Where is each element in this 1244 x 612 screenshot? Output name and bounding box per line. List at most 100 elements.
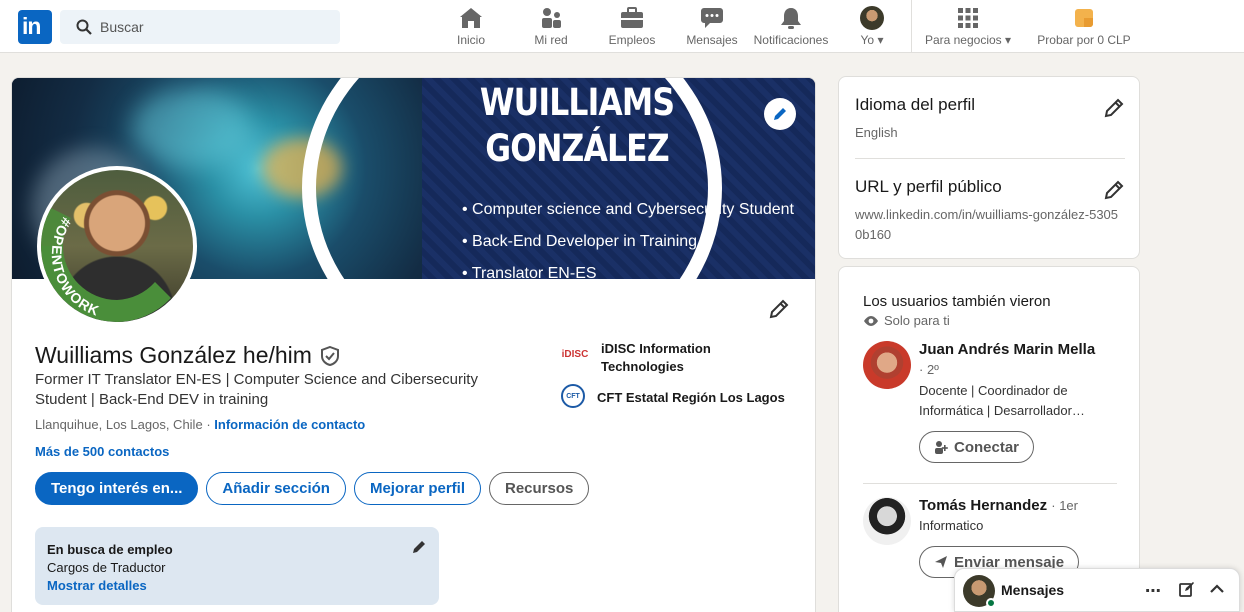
banner-name: WUILLIAMS GONZÁLEZ xyxy=(479,80,675,172)
experience-idisc[interactable]: iDISC iDISC Information Technologies xyxy=(561,340,741,376)
banner-name-first: WUILLIAMS xyxy=(479,81,675,124)
chevron-down-icon: ▾ xyxy=(1005,33,1012,47)
nav-network[interactable]: Mi red xyxy=(528,6,574,52)
person-degree: · 2º xyxy=(919,362,939,377)
improve-profile-button[interactable]: Mejorar perfil xyxy=(353,472,481,505)
home-icon xyxy=(460,8,482,28)
apps-grid-icon xyxy=(958,8,978,28)
edit-banner-button[interactable] xyxy=(764,98,796,130)
search-icon xyxy=(76,19,92,35)
profile-settings-card: Idioma del perfil English URL y perfil p… xyxy=(838,76,1140,259)
public-url-title: URL y perfil público xyxy=(855,177,1002,196)
connect-label: Conectar xyxy=(954,438,1020,456)
edit-open-to-work-button[interactable] xyxy=(411,539,427,560)
profile-name: Wuilliams González he/him xyxy=(35,342,312,368)
banner-bullet: • Computer science and Cybersecurity Stu… xyxy=(462,201,794,218)
person-avatar[interactable] xyxy=(863,341,911,389)
open-to-work-roles: Cargos de Traductor xyxy=(47,560,166,575)
experience-cft[interactable]: CFT CFT Estatal Región Los Lagos xyxy=(561,384,785,412)
connect-button[interactable]: Conectar xyxy=(919,431,1035,463)
edit-language-button[interactable] xyxy=(1103,97,1125,124)
nav-premium[interactable]: Probar por 0 CLP xyxy=(1036,6,1132,52)
chevron-up-icon[interactable] xyxy=(1209,581,1225,602)
pencil-icon xyxy=(774,108,786,120)
search-input[interactable] xyxy=(100,10,330,44)
banner-bullets: • Computer science and Cybersecurity Stu… xyxy=(462,194,794,279)
nav-messaging-label: Mensajes xyxy=(686,33,738,47)
person-name[interactable]: Tomás Hernandez xyxy=(919,497,1047,514)
pav-title: Los usuarios también vieron xyxy=(863,293,1051,310)
nav-notifications-label: Notificaciones xyxy=(753,33,829,47)
online-status-icon xyxy=(986,598,996,608)
nav-home[interactable]: Inicio xyxy=(450,6,492,52)
pav-subtitle-text: Solo para ti xyxy=(884,313,950,328)
nav-messaging[interactable]: Mensajes xyxy=(684,6,740,52)
profile-card: WUILLIAMS GONZÁLEZ • Computer science an… xyxy=(11,77,816,612)
verified-shield-icon[interactable] xyxy=(320,345,340,366)
profile-name-row: Wuilliams González he/him xyxy=(35,342,340,369)
linkedin-logo[interactable]: in xyxy=(18,10,52,44)
premium-icon xyxy=(1075,9,1093,27)
person-name[interactable]: Juan Andrés Marin Mella xyxy=(919,341,1129,358)
person-degree: · 1er xyxy=(1051,498,1078,513)
nav-business-label: Para negocios xyxy=(924,33,1002,47)
connections-link[interactable]: Más de 500 contactos xyxy=(35,444,169,459)
search-bar[interactable] xyxy=(60,10,340,44)
nav-network-label: Mi red xyxy=(534,33,568,47)
banner-name-last: GONZÁLEZ xyxy=(485,127,669,170)
profile-language-value: English xyxy=(855,125,898,140)
experience-name: iDISC Information Technologies xyxy=(601,341,711,374)
send-icon xyxy=(935,556,947,568)
profile-location: Llanquihue, Los Lagos, Chile xyxy=(35,417,203,432)
svg-text:#OPENTOWORK: #OPENTOWORK xyxy=(49,215,102,319)
bell-icon xyxy=(781,8,801,29)
person-avatar[interactable] xyxy=(863,497,911,545)
contact-info-link[interactable]: Información de contacto xyxy=(214,417,365,432)
top-nav: in Inicio Mi red Empleos Mensajes Notifi… xyxy=(0,0,1244,53)
user-avatar xyxy=(860,6,884,30)
briefcase-icon xyxy=(621,7,643,28)
nav-home-label: Inicio xyxy=(456,33,485,47)
compose-icon[interactable] xyxy=(1179,581,1195,602)
pav-subtitle: Solo para ti xyxy=(863,313,950,328)
network-icon xyxy=(542,8,561,28)
nav-business[interactable]: Para negocios ▾ xyxy=(922,6,1014,52)
location-separator: · xyxy=(206,417,211,432)
people-also-viewed-card: Los usuarios también vieron Solo para ti… xyxy=(838,266,1140,612)
messaging-title: Mensajes xyxy=(1001,582,1065,598)
add-section-button[interactable]: Añadir sección xyxy=(206,472,346,505)
messaging-bar[interactable]: Mensajes ⋯ xyxy=(954,568,1240,612)
show-details-link[interactable]: Mostrar detalles xyxy=(47,577,427,595)
location-row: Llanquihue, Los Lagos, Chile · Informaci… xyxy=(35,417,365,432)
open-to-work-box: En busca de empleo Cargos de Traductor M… xyxy=(35,527,439,605)
cft-logo: CFT xyxy=(561,384,585,408)
pencil-icon xyxy=(1104,98,1124,118)
profile-photo[interactable]: #OPENTOWORK xyxy=(37,166,197,326)
divider xyxy=(863,483,1117,484)
profile-language-title: Idioma del perfil xyxy=(855,95,976,114)
person-headline: Docente | Coordinador de Informática | D… xyxy=(919,383,1085,418)
person-headline: Informatico xyxy=(919,518,984,533)
more-options-icon[interactable]: ⋯ xyxy=(1145,581,1161,601)
add-person-icon xyxy=(935,441,948,454)
nav-me[interactable]: Yo ▾ xyxy=(855,6,889,52)
idisc-logo: iDISC xyxy=(561,348,589,360)
pencil-icon xyxy=(413,541,425,553)
nav-divider xyxy=(911,0,912,53)
public-url-section: URL y perfil público www.linkedin.com/in… xyxy=(855,177,1125,245)
profile-language-section: Idioma del perfil English xyxy=(855,95,1125,143)
open-to-button[interactable]: Tengo interés en... xyxy=(35,472,199,505)
messaging-icon xyxy=(701,8,723,28)
nav-me-label: Yo xyxy=(860,33,875,47)
banner-bullet: • Back-End Developer in Training xyxy=(462,233,698,250)
edit-intro-button[interactable] xyxy=(768,298,790,325)
resources-button[interactable]: Recursos xyxy=(489,472,590,505)
profile-actions: Tengo interés en... Añadir sección Mejor… xyxy=(35,472,590,505)
pencil-icon xyxy=(769,299,789,319)
open-to-work-title: En busca de empleo xyxy=(47,542,173,557)
nav-jobs[interactable]: Empleos xyxy=(606,6,658,52)
profile-headline: Former IT Translator EN-ES | Computer Sc… xyxy=(35,371,478,408)
banner-bullet: • Translator EN-ES xyxy=(462,265,597,279)
nav-notifications[interactable]: Notificaciones xyxy=(752,6,830,52)
edit-url-button[interactable] xyxy=(1103,179,1125,206)
